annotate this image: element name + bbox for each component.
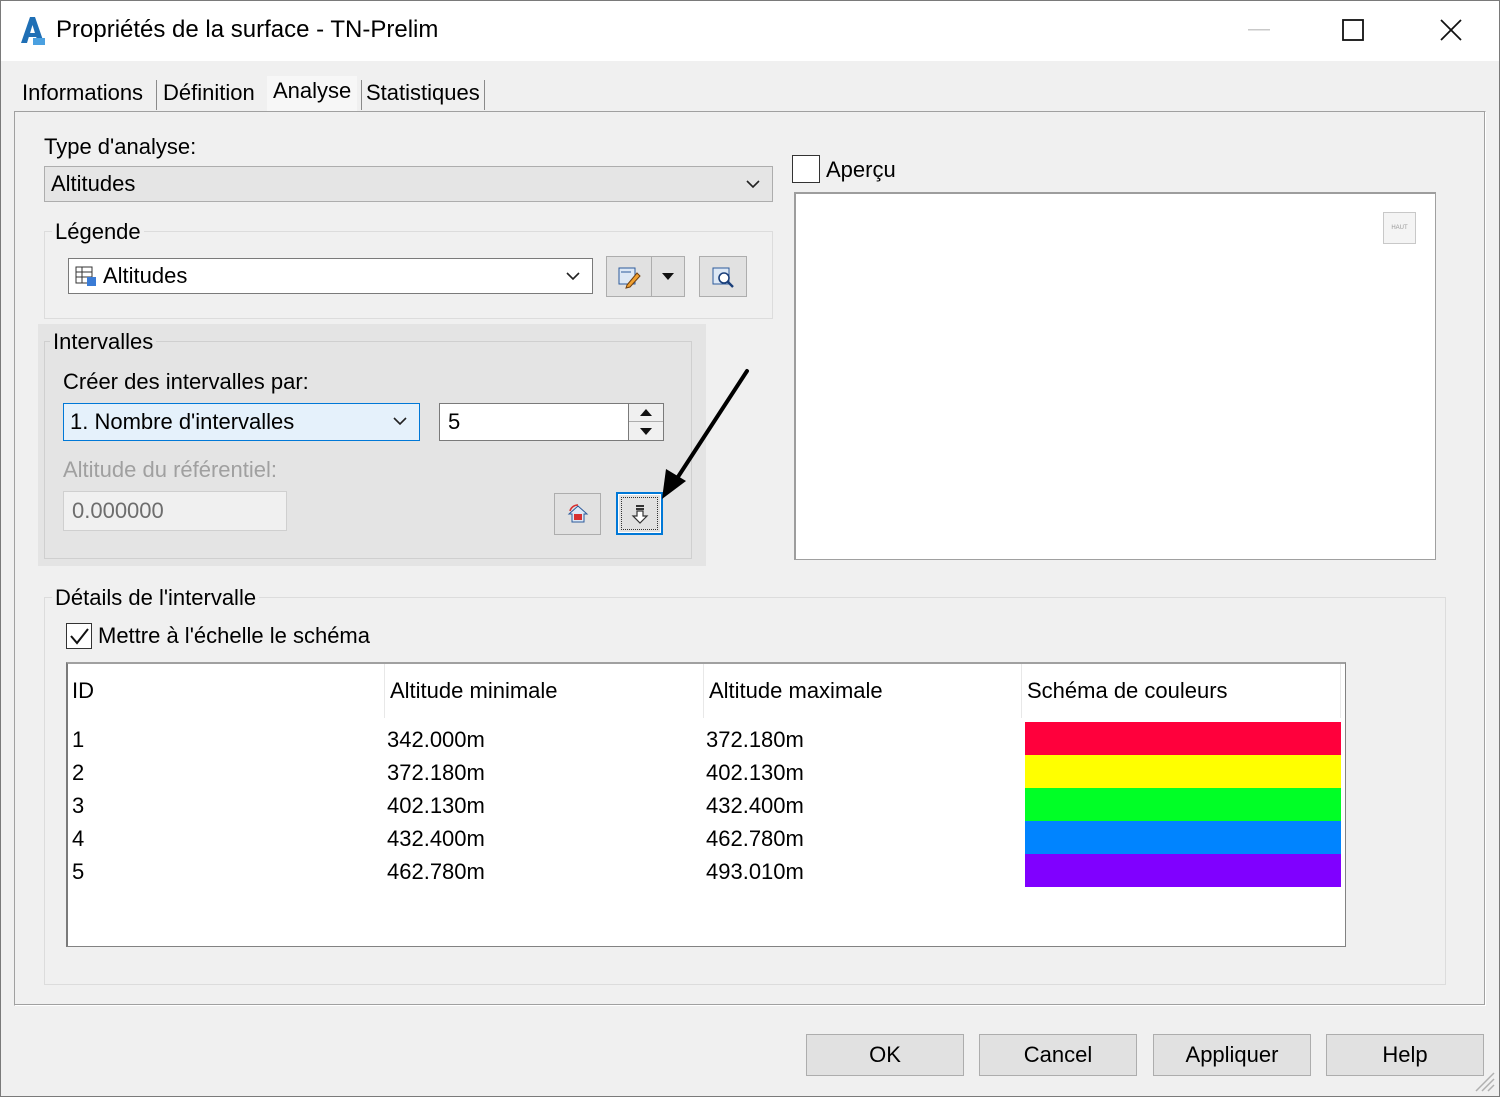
close-icon[interactable] (1428, 8, 1474, 52)
datum-elevation-label: Altitude du référentiel: (63, 457, 278, 482)
interval-method-value: 1. Nombre d'intervalles (70, 409, 295, 434)
recalculate-icon (567, 504, 588, 523)
row-max: 462.780m (706, 826, 804, 851)
resize-grip-icon[interactable] (1470, 1067, 1496, 1093)
color-swatch[interactable] (1025, 755, 1341, 788)
interval-details-title: Détails de l'intervalle (52, 585, 260, 611)
window-title: Propriétés de la surface - TN-Prelim (56, 16, 439, 43)
view-cube-icon[interactable]: HAUT (1383, 212, 1416, 244)
analysis-type-select[interactable]: Altitudes (44, 166, 773, 202)
color-swatch[interactable] (1025, 821, 1341, 854)
zoom-preview-button[interactable] (699, 256, 747, 297)
column-header-min[interactable]: Altitude minimale (390, 678, 558, 704)
row-max: 372.180m (706, 727, 804, 752)
chevron-down-icon (393, 417, 407, 426)
row-max: 402.130m (706, 760, 804, 785)
datum-elevation-value: 0.000000 (72, 498, 164, 523)
preview-checkbox[interactable] (792, 155, 820, 183)
scale-scheme-label: Mettre à l'échelle le schéma (98, 623, 370, 648)
color-swatch[interactable] (1025, 854, 1341, 887)
apply-button[interactable]: Appliquer (1153, 1034, 1311, 1076)
dropdown-arrow-icon (662, 272, 674, 280)
interval-method-select[interactable]: 1. Nombre d'intervalles (63, 403, 420, 441)
tab-informations[interactable]: Informations (16, 78, 149, 112)
column-separator (1021, 664, 1022, 718)
preview-label: Aperçu (826, 157, 896, 182)
row-min: 402.130m (387, 793, 485, 818)
row-max: 493.010m (706, 859, 804, 884)
column-header-max[interactable]: Altitude maximale (709, 678, 883, 704)
checkmark-icon (70, 628, 89, 645)
zoom-preview-icon (712, 267, 734, 288)
chevron-down-icon (566, 272, 580, 281)
column-separator (703, 664, 704, 718)
row-id: 2 (72, 760, 85, 785)
analysis-type-label: Type d'analyse: (44, 134, 197, 159)
legend-group-title: Légende (52, 219, 144, 245)
analysis-type-value: Altitudes (51, 171, 136, 196)
column-header-id[interactable]: ID (72, 678, 94, 704)
minimize-icon[interactable] (1236, 8, 1282, 52)
maximize-icon[interactable] (1330, 8, 1376, 52)
interval-count-input[interactable]: 5 (439, 403, 629, 441)
chevron-down-icon (746, 180, 760, 189)
help-button[interactable]: Help (1326, 1034, 1484, 1076)
autocad-icon (18, 14, 46, 46)
intervals-group-title: Intervalles (50, 329, 157, 355)
preview-area (794, 192, 1436, 560)
recalculate-button[interactable] (554, 493, 601, 535)
tab-definition[interactable]: Définition (157, 78, 261, 112)
ok-button[interactable]: OK (806, 1034, 964, 1076)
style-dropdown-button[interactable] (651, 256, 685, 297)
annotation-arrow-icon (662, 369, 749, 499)
row-min: 432.400m (387, 826, 485, 851)
row-min: 372.180m (387, 760, 485, 785)
legend-style-select[interactable]: Altitudes (68, 258, 593, 294)
create-intervals-label: Créer des intervalles par: (63, 369, 309, 394)
tab-analyse[interactable]: Analyse (267, 76, 358, 113)
edit-style-button[interactable] (606, 256, 652, 297)
edit-style-icon (618, 267, 641, 289)
row-id: 4 (72, 826, 85, 851)
view-cube-label: HAUT (1391, 225, 1408, 231)
datum-elevation-input[interactable]: 0.000000 (63, 491, 287, 531)
scale-scheme-checkbox[interactable] (66, 623, 92, 649)
tab-statistiques[interactable]: Statistiques (360, 78, 486, 112)
column-header-color[interactable]: Schéma de couleurs (1027, 678, 1228, 704)
column-separator (1340, 664, 1341, 718)
cancel-button[interactable]: Cancel (979, 1034, 1137, 1076)
row-id: 5 (72, 859, 85, 884)
color-swatch[interactable] (1025, 788, 1341, 821)
row-min: 462.780m (387, 859, 485, 884)
tab-separator (484, 80, 485, 110)
interval-count-value: 5 (448, 409, 461, 434)
color-swatch[interactable] (1025, 722, 1341, 755)
column-separator (384, 664, 385, 718)
row-max: 432.400m (706, 793, 804, 818)
table-style-icon (75, 266, 96, 286)
row-id: 1 (72, 727, 85, 752)
row-min: 342.000m (387, 727, 485, 752)
row-id: 3 (72, 793, 85, 818)
legend-style-value: Altitudes (103, 263, 188, 288)
